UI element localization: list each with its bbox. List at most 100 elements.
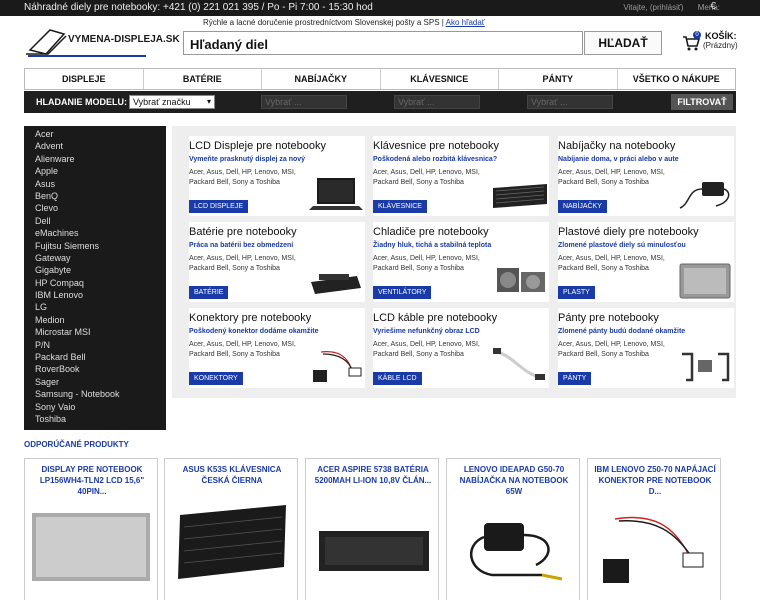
category-card-konektory[interactable]: Konektory pre notebooky Poškodený konekt…	[189, 308, 365, 388]
model-search-label: HLADANIE MODELU:	[36, 97, 127, 107]
nav-vsetko-o-nakupe[interactable]: VŠETKO O NÁKUPE	[618, 69, 736, 89]
header: VYMENA-DISPLEJA.SK Rýchle a lacné doruče…	[0, 16, 760, 68]
sidebar-item-advent[interactable]: Advent	[24, 140, 166, 152]
category-card-panty[interactable]: Pánty pre notebooky Zlomené pánty budú d…	[558, 308, 734, 388]
category-title[interactable]: Plastové diely pre notebooky	[558, 226, 699, 238]
sidebar-item-alienware[interactable]: Alienware	[24, 153, 166, 165]
cart-label[interactable]: KOŠÍK:	[705, 31, 737, 41]
category-button-ventilatory[interactable]: VENTILÁTORY	[373, 286, 432, 299]
category-card-plasty[interactable]: Plastové diely pre notebooky Zlomené pla…	[558, 222, 734, 302]
brand-select-value: Vybrať značku	[133, 97, 191, 107]
model-select[interactable]: Vybrať ...	[394, 95, 480, 109]
site-logo[interactable]: VYMENA-DISPLEJA.SK	[26, 24, 180, 58]
part-select[interactable]: Vybrať ...	[527, 95, 613, 109]
category-button-displeje[interactable]: LCD DISPLEJE	[189, 200, 249, 213]
category-button-nabijacky[interactable]: NABÍJAČKY	[558, 200, 607, 213]
sidebar-item-apple[interactable]: Apple	[24, 165, 166, 177]
category-title[interactable]: LCD Displeje pre notebooky	[189, 140, 326, 152]
search-button[interactable]: HĽADAŤ	[584, 31, 662, 55]
currency-label[interactable]: Mena:	[698, 3, 720, 12]
category-button-kable-lcd[interactable]: KÁBLE LCD	[373, 372, 422, 385]
sidebar-item-gigabyte[interactable]: Gigabyte	[24, 264, 166, 276]
nav-displeje[interactable]: DISPLEJE	[25, 69, 144, 89]
login-link[interactable]: Vitajte, (prihlásiť)	[623, 3, 683, 12]
series-select[interactable]: Vybrať ...	[261, 95, 347, 109]
sidebar-item-clevo[interactable]: Clevo	[24, 202, 166, 214]
sidebar-item-dell[interactable]: Dell	[24, 215, 166, 227]
category-button-klavesnice[interactable]: KLÁVESNICE	[373, 200, 427, 213]
category-card-klavesnice[interactable]: Klávesnice pre notebooky Poškodená alebo…	[373, 136, 549, 216]
category-title[interactable]: Nabíjačky na notebooky	[558, 140, 675, 152]
category-subtitle: Práca na batérii bez obmedzení	[189, 242, 294, 249]
product-name[interactable]: ASUS K53S KLÁVESNICA ČESKÁ ČIERNA	[169, 464, 295, 486]
product-name[interactable]: ACER ASPIRE 5738 BATÉRIA 5200MAH LI-ION …	[310, 464, 436, 486]
category-card-chladice[interactable]: Chladiče pre notebooky Žiadny hluk, tich…	[373, 222, 549, 302]
category-card-nabijacky[interactable]: Nabíjačky na notebooky Nabíjanie doma, v…	[558, 136, 734, 216]
product-card[interactable]: DISPLAY PRE NOTEBOOK LP156WH4-TLN2 LCD 1…	[24, 458, 158, 600]
nav-klavesnice[interactable]: KLÁVESNICE	[381, 69, 499, 89]
sidebar-item-asus[interactable]: Asus	[24, 178, 166, 190]
sidebar-item-hp-compaq[interactable]: HP Compaq	[24, 277, 166, 289]
category-card-kable[interactable]: LCD káble pre notebooky Vyriešime nefunk…	[373, 308, 549, 388]
sidebar-item-samsung-notebook[interactable]: Samsung - Notebook	[24, 388, 166, 400]
product-card[interactable]: IBM LENOVO Z50-70 NAPÁJACÍ KONEKTOR PRE …	[587, 458, 721, 600]
category-button-panty[interactable]: PÁNTY	[558, 372, 592, 385]
category-desc: Acer, Asus, Dell, HP, Lenovo, MSI, Packa…	[189, 341, 296, 358]
nav-nabijacky[interactable]: NABÍJAČKY	[262, 69, 381, 89]
sidebar-item-medion[interactable]: Medion	[24, 314, 166, 326]
category-title[interactable]: Batérie pre notebooky	[189, 226, 297, 238]
sidebar-item-toshiba[interactable]: Toshiba	[24, 413, 166, 425]
category-button-konektory[interactable]: KONEKTORY	[189, 372, 243, 385]
product-name[interactable]: LENOVO IDEAPAD G50-70 NABÍJAČKA NA NOTEB…	[451, 464, 577, 497]
sidebar-item-pn[interactable]: P/N	[24, 339, 166, 351]
sidebar-item-lg[interactable]: LG	[24, 301, 166, 313]
category-subtitle: Žiadny hluk, tichá a stabilná teplota	[373, 242, 492, 249]
contact-info: Náhradné diely pre notebooky: +421 (0) 2…	[24, 2, 373, 13]
category-card-displeje[interactable]: LCD Displeje pre notebooky Vymeňte prask…	[189, 136, 365, 216]
search-input[interactable]: Hľadaný diel	[183, 31, 583, 55]
nav-baterie[interactable]: BATÉRIE	[144, 69, 262, 89]
category-title[interactable]: Pánty pre notebooky	[558, 312, 659, 324]
sidebar-item-benq[interactable]: BenQ	[24, 190, 166, 202]
logo-text: VYMENA-DISPLEJA.SK	[68, 34, 180, 45]
product-card[interactable]: ASUS K53S KLÁVESNICA ČESKÁ ČIERNA	[164, 458, 298, 600]
sidebar-item-ibm-lenovo[interactable]: IBM Lenovo	[24, 289, 166, 301]
category-button-plasty[interactable]: PLASTY	[558, 286, 595, 299]
category-title[interactable]: Chladiče pre notebooky	[373, 226, 489, 238]
category-title[interactable]: LCD káble pre notebooky	[373, 312, 497, 324]
brand-select[interactable]: Vybrať značku ▾	[129, 95, 215, 109]
currency-symbol[interactable]: €	[710, 1, 716, 12]
product-name[interactable]: DISPLAY PRE NOTEBOOK LP156WH4-TLN2 LCD 1…	[29, 464, 155, 497]
category-desc: Acer, Asus, Dell, HP, Lenovo, MSI, Packa…	[189, 255, 296, 272]
battery-icon	[311, 274, 361, 294]
how-to-search-link[interactable]: Ako hľadať	[446, 18, 485, 27]
category-title[interactable]: Konektory pre notebooky	[189, 312, 311, 324]
category-subtitle: Vyriešime nefunkčný obraz LCD	[373, 328, 480, 335]
fan-icon	[497, 268, 545, 292]
filter-button[interactable]: FILTROVAŤ	[671, 94, 733, 110]
product-name[interactable]: IBM LENOVO Z50-70 NAPÁJACÍ KONEKTOR PRE …	[592, 464, 718, 497]
product-card[interactable]: LENOVO IDEAPAD G50-70 NABÍJAČKA NA NOTEB…	[446, 458, 580, 600]
sidebar-item-roverbook[interactable]: RoverBook	[24, 363, 166, 375]
sidebar-item-sager[interactable]: Sager	[24, 376, 166, 388]
model-search-bar: HLADANIE MODELU: Vybrať značku ▾ Vybrať …	[24, 91, 736, 113]
sidebar-item-acer[interactable]: Acer	[24, 128, 166, 140]
category-desc: Acer, Asus, Dell, HP, Lenovo, MSI, Packa…	[373, 341, 480, 358]
series-select-value: Vybrať ...	[265, 97, 302, 107]
category-card-baterie[interactable]: Batérie pre notebooky Práca na batérii b…	[189, 222, 365, 302]
category-desc: Acer, Asus, Dell, HP, Lenovo, MSI, Packa…	[373, 169, 480, 186]
cart-status: (Prázdny)	[703, 41, 738, 50]
product-card[interactable]: ACER ASPIRE 5738 BATÉRIA 5200MAH LI-ION …	[305, 458, 439, 600]
sidebar-item-microstar-msi[interactable]: Microstar MSI	[24, 326, 166, 338]
sidebar-item-sony-vaio[interactable]: Sony Vaio	[24, 401, 166, 413]
connector-icon	[603, 516, 704, 583]
sidebar-item-gateway[interactable]: Gateway	[24, 252, 166, 264]
category-title[interactable]: Klávesnice pre notebooky	[373, 140, 499, 152]
category-desc: Acer, Asus, Dell, HP, Lenovo, MSI, Packa…	[373, 255, 480, 272]
sidebar-item-emachines[interactable]: eMachines	[24, 227, 166, 239]
nav-panty[interactable]: PÁNTY	[499, 69, 618, 89]
sidebar-item-fujitsu-siemens[interactable]: Fujitsu Siemens	[24, 240, 166, 252]
category-subtitle: Vymeňte prasknutý displej za nový	[189, 156, 306, 163]
sidebar-item-packard-bell[interactable]: Packard Bell	[24, 351, 166, 363]
category-button-baterie[interactable]: BATÉRIE	[189, 286, 229, 299]
